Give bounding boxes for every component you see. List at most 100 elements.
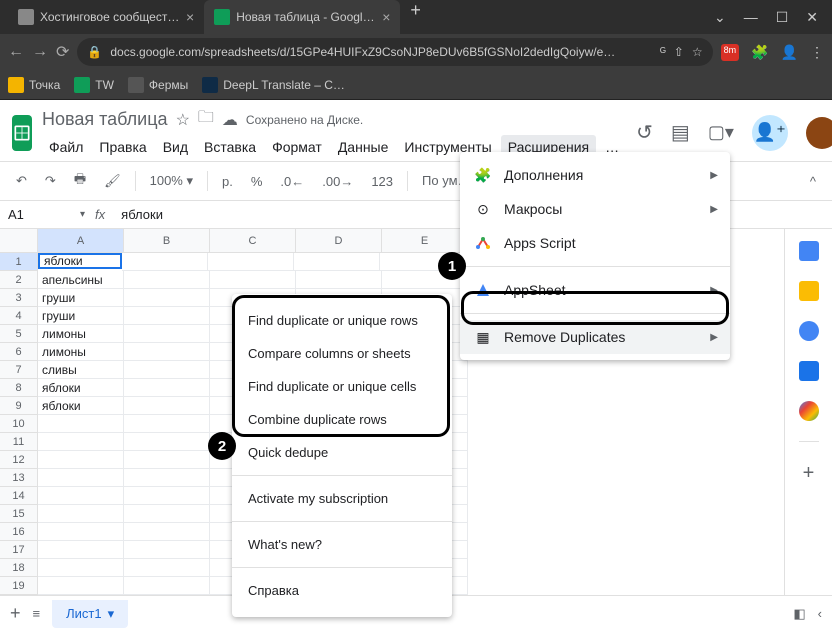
row-header[interactable]: 10 — [0, 415, 38, 433]
menu-macros[interactable]: ⊙ Макросы▶ — [460, 192, 730, 226]
all-sheets-icon[interactable]: ≡ — [33, 606, 41, 621]
row-header[interactable]: 19 — [0, 577, 38, 595]
submenu-find-dup-rows[interactable]: Find duplicate or unique rows — [232, 304, 452, 337]
cell[interactable] — [124, 469, 210, 487]
cell[interactable] — [38, 505, 124, 523]
cell[interactable] — [124, 379, 210, 397]
row-header[interactable]: 17 — [0, 541, 38, 559]
col-header[interactable]: E — [382, 229, 468, 253]
menu-file[interactable]: Файл — [42, 135, 90, 159]
cell[interactable] — [124, 487, 210, 505]
star-icon[interactable]: ☆ — [692, 45, 703, 59]
bookmark[interactable]: Фермы — [128, 77, 188, 93]
cell[interactable] — [124, 415, 210, 433]
redo-icon[interactable]: ↷ — [41, 169, 60, 193]
submenu-quick-dedupe[interactable]: Quick dedupe — [232, 436, 452, 469]
cell[interactable] — [38, 415, 124, 433]
chevron-down-icon[interactable]: ⌄ — [714, 9, 726, 26]
row-header[interactable]: 4 — [0, 307, 38, 325]
cell[interactable] — [38, 559, 124, 577]
cell[interactable] — [124, 505, 210, 523]
cell[interactable] — [124, 289, 210, 307]
select-all-corner[interactable] — [0, 229, 38, 253]
menu-apps-script[interactable]: Apps Script — [460, 226, 730, 260]
menu-format[interactable]: Формат — [265, 135, 329, 159]
add-panel-icon[interactable]: + — [803, 462, 815, 485]
forward-icon[interactable]: → — [32, 43, 48, 61]
submenu-help[interactable]: Справка — [232, 574, 452, 607]
translate-icon[interactable]: ᴳ — [660, 45, 666, 59]
history-icon[interactable]: ↺ — [636, 120, 653, 145]
cell[interactable]: груши — [38, 307, 124, 325]
cell[interactable]: сливы — [38, 361, 124, 379]
comments-icon[interactable]: ▤ — [671, 120, 690, 145]
cell[interactable]: лимоны — [38, 325, 124, 343]
cell[interactable] — [124, 523, 210, 541]
menu-view[interactable]: Вид — [156, 135, 195, 159]
cell[interactable] — [124, 433, 210, 451]
cell[interactable] — [38, 541, 124, 559]
cell[interactable] — [124, 577, 210, 595]
menu-insert[interactable]: Вставка — [197, 135, 263, 159]
row-header[interactable]: 9 — [0, 397, 38, 415]
row-header[interactable]: 2 — [0, 271, 38, 289]
cell[interactable] — [210, 271, 296, 289]
menu-appsheet[interactable]: AppSheet▶ — [460, 273, 730, 307]
back-icon[interactable]: ← — [8, 43, 24, 61]
row-header[interactable]: 13 — [0, 469, 38, 487]
sheets-logo-icon[interactable] — [12, 115, 32, 151]
cell[interactable] — [294, 253, 380, 271]
maps-icon[interactable] — [799, 401, 819, 421]
percent-button[interactable]: % — [247, 170, 267, 193]
submenu-compare-columns[interactable]: Compare columns or sheets — [232, 337, 452, 370]
maximize-icon[interactable]: ☐ — [776, 9, 789, 26]
col-header[interactable]: C — [210, 229, 296, 253]
menu-edit[interactable]: Правка — [92, 135, 153, 159]
undo-icon[interactable]: ↶ — [12, 169, 31, 193]
menu-data[interactable]: Данные — [331, 135, 396, 159]
cell[interactable] — [124, 451, 210, 469]
minimize-icon[interactable]: — — [744, 9, 758, 26]
row-header[interactable]: 12 — [0, 451, 38, 469]
submenu-combine-rows[interactable]: Combine duplicate rows — [232, 403, 452, 436]
side-panel-toggle-icon[interactable]: ‹ — [818, 606, 822, 622]
cell[interactable] — [124, 271, 210, 289]
row-header[interactable]: 6 — [0, 343, 38, 361]
cell[interactable] — [124, 343, 210, 361]
row-header[interactable]: 3 — [0, 289, 38, 307]
collapse-icon[interactable]: ^ — [806, 170, 820, 193]
row-header[interactable]: 8 — [0, 379, 38, 397]
calendar-icon[interactable] — [799, 241, 819, 261]
close-icon[interactable]: × — [186, 9, 194, 25]
paint-format-icon[interactable]: 🖌 — [100, 169, 125, 193]
menu-remove-duplicates[interactable]: ▦ Remove Duplicates▶ — [460, 320, 730, 354]
submenu-whatsnew[interactable]: What's new? — [232, 528, 452, 561]
cell[interactable]: апельсины — [38, 271, 124, 289]
num-format-button[interactable]: 123 — [367, 170, 397, 193]
browser-tab[interactable]: Хостинговое сообщество «Tim… × — [8, 0, 204, 34]
cell[interactable] — [124, 307, 210, 325]
browser-tab[interactable]: Новая таблица - Google Табли… × — [204, 0, 400, 34]
cell[interactable] — [208, 253, 294, 271]
cell[interactable]: груши — [38, 289, 124, 307]
row-header[interactable]: 7 — [0, 361, 38, 379]
avatar[interactable] — [806, 117, 832, 149]
profile-icon[interactable]: 👤 — [781, 44, 798, 61]
tasks-icon[interactable] — [799, 321, 819, 341]
submenu-activate[interactable]: Activate my subscription — [232, 482, 452, 515]
dec-decimal-button[interactable]: .0← — [276, 170, 308, 193]
col-header[interactable]: B — [124, 229, 210, 253]
cell[interactable] — [124, 325, 210, 343]
row-header[interactable]: 11 — [0, 433, 38, 451]
submenu-find-dup-cells[interactable]: Find duplicate or unique cells — [232, 370, 452, 403]
cell[interactable] — [122, 253, 208, 271]
row-header[interactable]: 5 — [0, 325, 38, 343]
cell[interactable] — [38, 523, 124, 541]
url-bar[interactable]: 🔒 docs.google.com/spreadsheets/d/15GPe4H… — [77, 38, 712, 66]
zoom-select[interactable]: 100% ▾ — [146, 169, 197, 193]
move-icon[interactable]: 🗀 — [198, 106, 214, 133]
currency-button[interactable]: р. — [218, 170, 237, 193]
row-header[interactable]: 1 — [0, 253, 38, 271]
doc-title[interactable]: Новая таблица — [42, 109, 168, 130]
reload-icon[interactable]: ⟳ — [56, 42, 69, 62]
